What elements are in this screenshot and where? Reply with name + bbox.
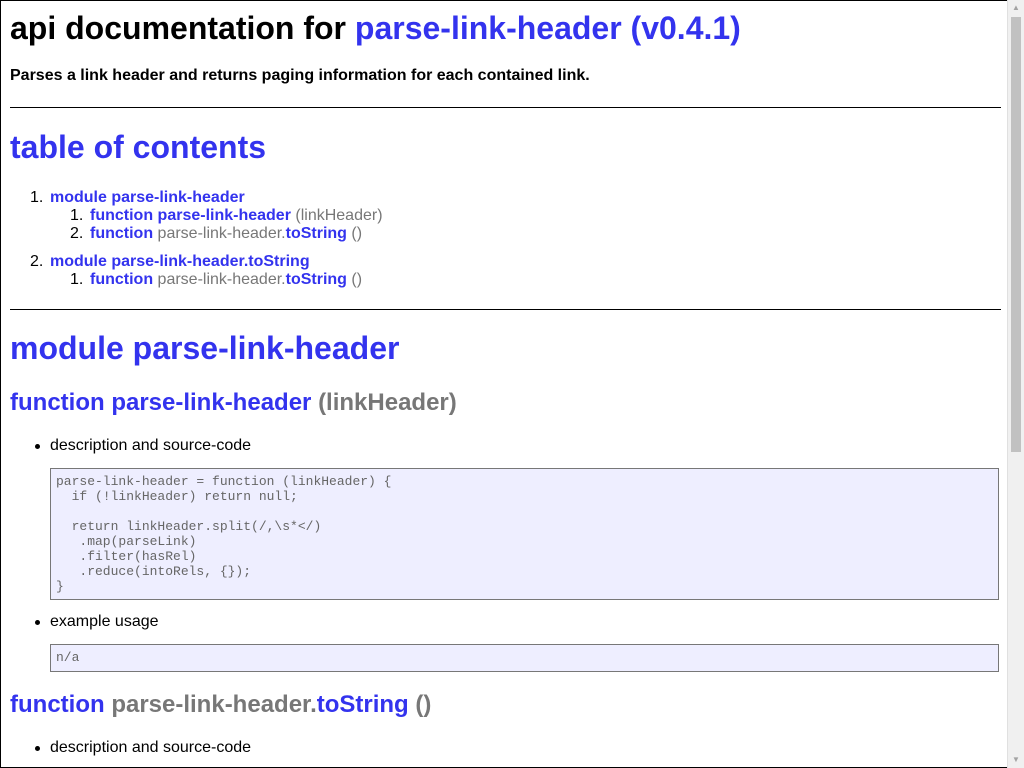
fn-signature: (linkHeader): [318, 389, 457, 416]
fn-keyword: function: [10, 691, 105, 718]
scroll-down-arrow-icon[interactable]: ▼: [1008, 752, 1024, 768]
toc-fn-keyword: function: [90, 271, 154, 288]
divider: [10, 107, 1001, 108]
toc-number: 1.: [70, 271, 84, 288]
list-item-description: description and source-code: [34, 437, 252, 454]
fn-name: parse-link-header: [111, 389, 312, 416]
fn-name: toString: [316, 691, 409, 718]
divider: [10, 309, 1001, 310]
toc-fn-namespace: parse-link-header.: [157, 225, 286, 242]
toc-fn-signature: (): [351, 271, 363, 288]
toc-fn-keyword: function: [90, 207, 154, 224]
toc-fn-name: toString: [285, 271, 347, 288]
toc-link-function-tostring[interactable]: function parse-link-header.toString (): [90, 271, 362, 289]
title-package-link[interactable]: parse-link-header (v0.4.1): [355, 10, 741, 46]
list-item-example-usage: example usage: [35, 613, 159, 630]
page-title: api documentation for parse-link-header …: [10, 10, 741, 47]
toc-link-module-parse-link-header[interactable]: module parse-link-header: [50, 189, 245, 207]
toc-fn-signature: (linkHeader): [295, 207, 383, 224]
fn-signature: (): [415, 691, 432, 718]
function-heading-parse-link-header[interactable]: function parse-link-header (linkHeader): [10, 389, 457, 417]
page-frame: api documentation for parse-link-header …: [0, 0, 1008, 768]
toc-fn-keyword: function: [90, 225, 154, 242]
list-item-description: description and source-code: [34, 739, 252, 756]
toc-number: 2.: [30, 253, 44, 270]
module-heading[interactable]: module parse-link-header: [10, 330, 399, 367]
fn-namespace: parse-link-header.: [111, 691, 317, 718]
toc-fn-namespace: parse-link-header.: [157, 271, 286, 288]
vertical-scrollbar[interactable]: ▲ ▼: [1007, 0, 1024, 768]
title-prefix: api documentation for: [10, 10, 355, 46]
source-code-block: parse-link-header = function (linkHeader…: [50, 468, 999, 600]
toc-number: 2.: [70, 225, 84, 242]
toc-fn-name: toString: [285, 225, 347, 242]
scroll-up-arrow-icon[interactable]: ▲: [1008, 0, 1024, 16]
function-heading-tostring[interactable]: function parse-link-header.toString (): [10, 691, 431, 719]
toc-fn-signature: (): [351, 225, 363, 242]
scrollbar-thumb[interactable]: [1011, 17, 1021, 452]
toc-link-function-tostring[interactable]: function parse-link-header.toString (): [90, 225, 362, 243]
toc-heading: table of contents: [10, 129, 267, 165]
toc-fn-name: parse-link-header: [157, 207, 291, 224]
toc-number: 1.: [70, 207, 84, 224]
toc-link-module-tostring[interactable]: module parse-link-header.toString: [50, 253, 310, 271]
example-code-block: n/a: [50, 644, 999, 672]
fn-keyword: function: [10, 389, 105, 416]
toc-number: 1.: [30, 189, 44, 206]
package-description: Parses a link header and returns paging …: [10, 67, 590, 84]
toc-link-function-parse-link-header[interactable]: function parse-link-header (linkHeader): [90, 207, 383, 225]
